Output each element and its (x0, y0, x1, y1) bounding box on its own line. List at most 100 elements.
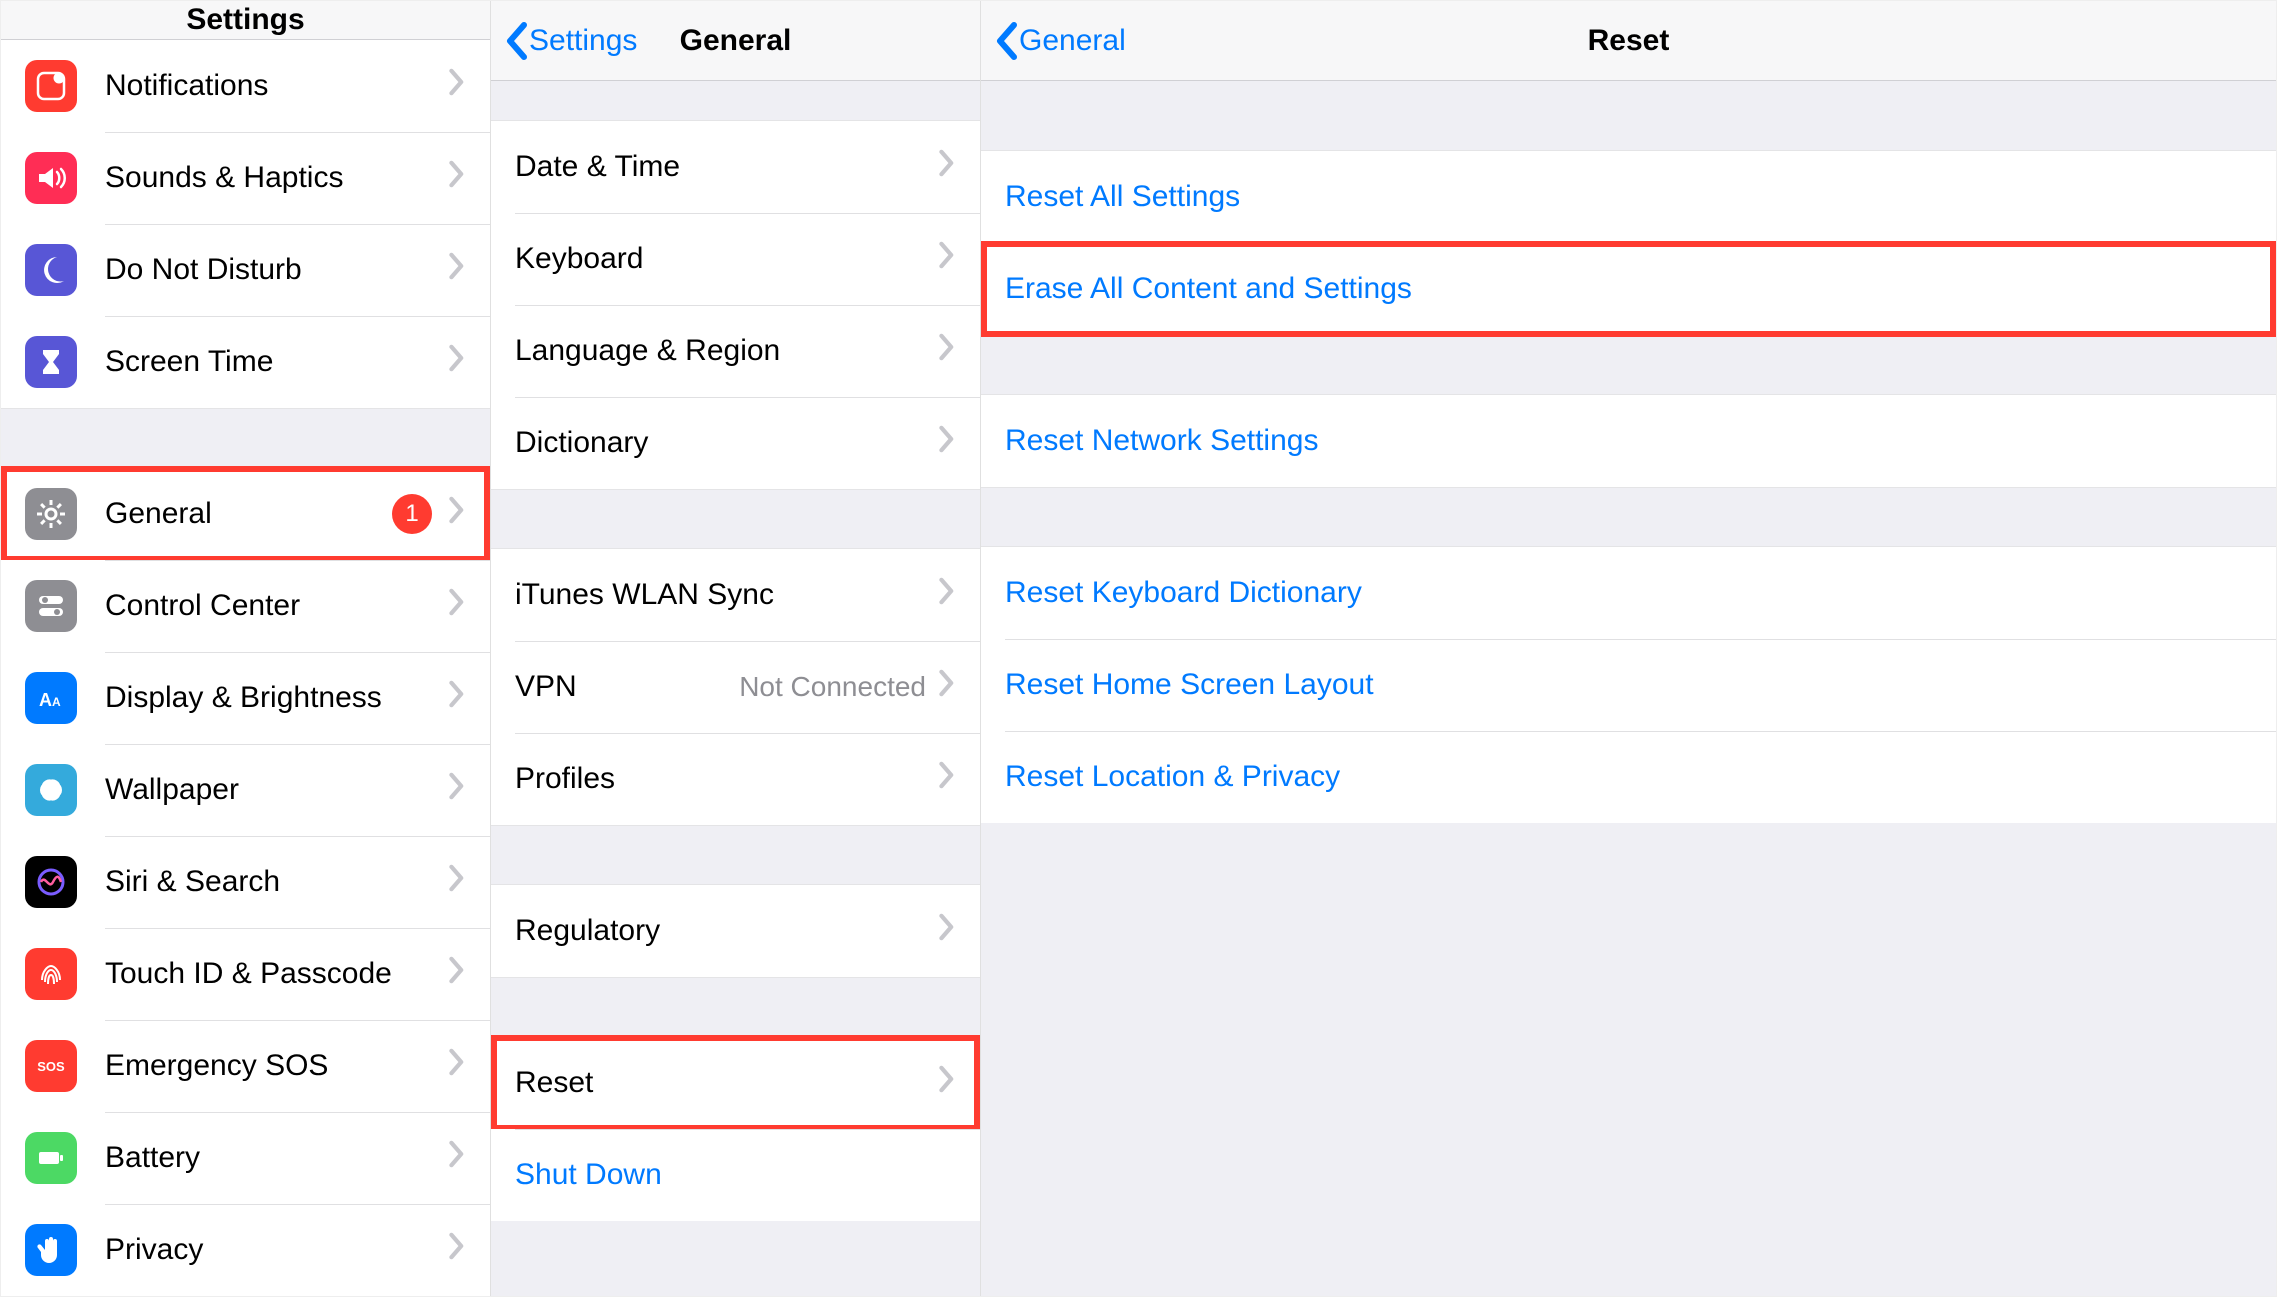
row-label: Reset Keyboard Dictionary (1005, 576, 2252, 610)
row-notifications[interactable]: Notifications (1, 40, 490, 132)
row-touchid[interactable]: Touch ID & Passcode (1, 928, 490, 1020)
row-resetnet[interactable]: Reset Network Settings (981, 395, 2276, 487)
row-label: Emergency SOS (105, 1049, 448, 1083)
row-label: Display & Brightness (105, 681, 448, 715)
moon-icon (25, 244, 77, 296)
row-label: Reset Network Settings (1005, 424, 2252, 458)
page-title: General (680, 24, 792, 58)
row-resetkbd[interactable]: Reset Keyboard Dictionary (981, 547, 2276, 639)
row-keyboard[interactable]: Keyboard (491, 213, 980, 305)
chevron-right-icon (448, 772, 466, 808)
chevron-right-icon (938, 425, 956, 461)
battery-icon (25, 1132, 77, 1184)
row-dictionary[interactable]: Dictionary (491, 397, 980, 489)
chevron-right-icon (448, 496, 466, 524)
settings-pane: Settings Notifications Sounds & Haptics Do… (1, 1, 491, 1296)
chevron-right-icon (938, 149, 956, 185)
row-screentime[interactable]: Screen Time (1, 316, 490, 408)
chevron-right-icon (448, 680, 466, 708)
row-label: iTunes WLAN Sync (515, 578, 938, 612)
row-label: Sounds & Haptics (105, 161, 448, 195)
row-shutdown[interactable]: Shut Down (491, 1129, 980, 1221)
row-label: Do Not Disturb (105, 253, 448, 287)
chevron-right-icon (448, 160, 466, 188)
row-eraseall[interactable]: Erase All Content and Settings (981, 243, 2276, 335)
row-reset[interactable]: Reset (491, 1037, 980, 1129)
reset-list: Reset All Settings Erase All Content and … (981, 81, 2276, 823)
row-detail: Not Connected (739, 671, 926, 703)
row-datetime[interactable]: Date & Time (491, 121, 980, 213)
row-label: Reset All Settings (1005, 180, 2252, 214)
chevron-right-icon (938, 333, 956, 361)
chevron-right-icon (448, 496, 466, 532)
gear-icon (25, 488, 77, 540)
chevron-right-icon (448, 772, 466, 800)
chevron-right-icon (448, 1140, 466, 1168)
chevron-right-icon (938, 333, 956, 369)
svg-text:A: A (39, 690, 52, 710)
svg-text:SOS: SOS (37, 1059, 65, 1074)
fingerprint-icon (25, 948, 77, 1000)
hand-icon (25, 1224, 77, 1276)
row-label: Date & Time (515, 150, 938, 184)
chevron-right-icon (938, 913, 956, 941)
row-label: Keyboard (515, 242, 938, 276)
chevron-right-icon (448, 68, 466, 104)
chevron-right-icon (938, 577, 956, 613)
row-siri[interactable]: Siri & Search (1, 836, 490, 928)
row-privacy[interactable]: Privacy (1, 1204, 490, 1296)
page-title: Reset (1588, 24, 1670, 58)
navbar: Settings General (491, 1, 980, 81)
chevron-right-icon (938, 241, 956, 269)
row-battery[interactable]: Battery (1, 1112, 490, 1204)
row-wallpaper[interactable]: Wallpaper (1, 744, 490, 836)
row-resetloc[interactable]: Reset Location & Privacy (981, 731, 2276, 823)
row-resethome[interactable]: Reset Home Screen Layout (981, 639, 2276, 731)
row-label: Erase All Content and Settings (1005, 272, 2252, 306)
chevron-right-icon (938, 761, 956, 797)
hourglass-icon (25, 336, 77, 388)
chevron-right-icon (448, 588, 466, 616)
row-label: Touch ID & Passcode (105, 957, 448, 991)
switches-icon (25, 580, 77, 632)
row-display[interactable]: AA Display & Brightness (1, 652, 490, 744)
general-pane: Settings General Date & Time Keyboard Lang… (491, 1, 981, 1296)
chevron-right-icon (938, 425, 956, 453)
row-controlcenter[interactable]: Control Center (1, 560, 490, 652)
row-vpn[interactable]: VPNNot Connected (491, 641, 980, 733)
row-itunes[interactable]: iTunes WLAN Sync (491, 549, 980, 641)
back-button[interactable]: General (993, 21, 1126, 61)
row-langregion[interactable]: Language & Region (491, 305, 980, 397)
text-size-icon: AA (25, 672, 77, 724)
row-label: Reset Home Screen Layout (1005, 668, 2252, 702)
row-label: Battery (105, 1141, 448, 1175)
row-sos[interactable]: SOS Emergency SOS (1, 1020, 490, 1112)
chevron-right-icon (938, 577, 956, 605)
row-general[interactable]: General1 (1, 468, 490, 560)
back-button[interactable]: Settings (503, 21, 637, 61)
row-sounds[interactable]: Sounds & Haptics (1, 132, 490, 224)
chevron-right-icon (938, 761, 956, 789)
reset-pane: General Reset Reset All Settings Erase Al… (981, 1, 2276, 1296)
chevron-right-icon (448, 1048, 466, 1076)
notifications-icon (25, 60, 77, 112)
chevron-right-icon (448, 1232, 466, 1260)
chevron-left-icon (993, 21, 1019, 61)
row-label: Shut Down (515, 1158, 956, 1192)
row-dnd[interactable]: Do Not Disturb (1, 224, 490, 316)
row-regulatory[interactable]: Regulatory (491, 885, 980, 977)
flower-icon (25, 764, 77, 816)
row-profiles[interactable]: Profiles (491, 733, 980, 825)
row-resetall[interactable]: Reset All Settings (981, 151, 2276, 243)
page-title: Settings (186, 3, 304, 37)
chevron-right-icon (938, 149, 956, 177)
chevron-right-icon (448, 1048, 466, 1084)
row-label: VPN (515, 670, 739, 704)
back-label: General (1019, 24, 1126, 58)
back-label: Settings (529, 24, 637, 58)
row-label: Reset (515, 1066, 938, 1100)
sounds-icon (25, 152, 77, 204)
navbar: Settings (1, 1, 490, 40)
chevron-right-icon (448, 160, 466, 196)
row-label: General (105, 497, 392, 531)
